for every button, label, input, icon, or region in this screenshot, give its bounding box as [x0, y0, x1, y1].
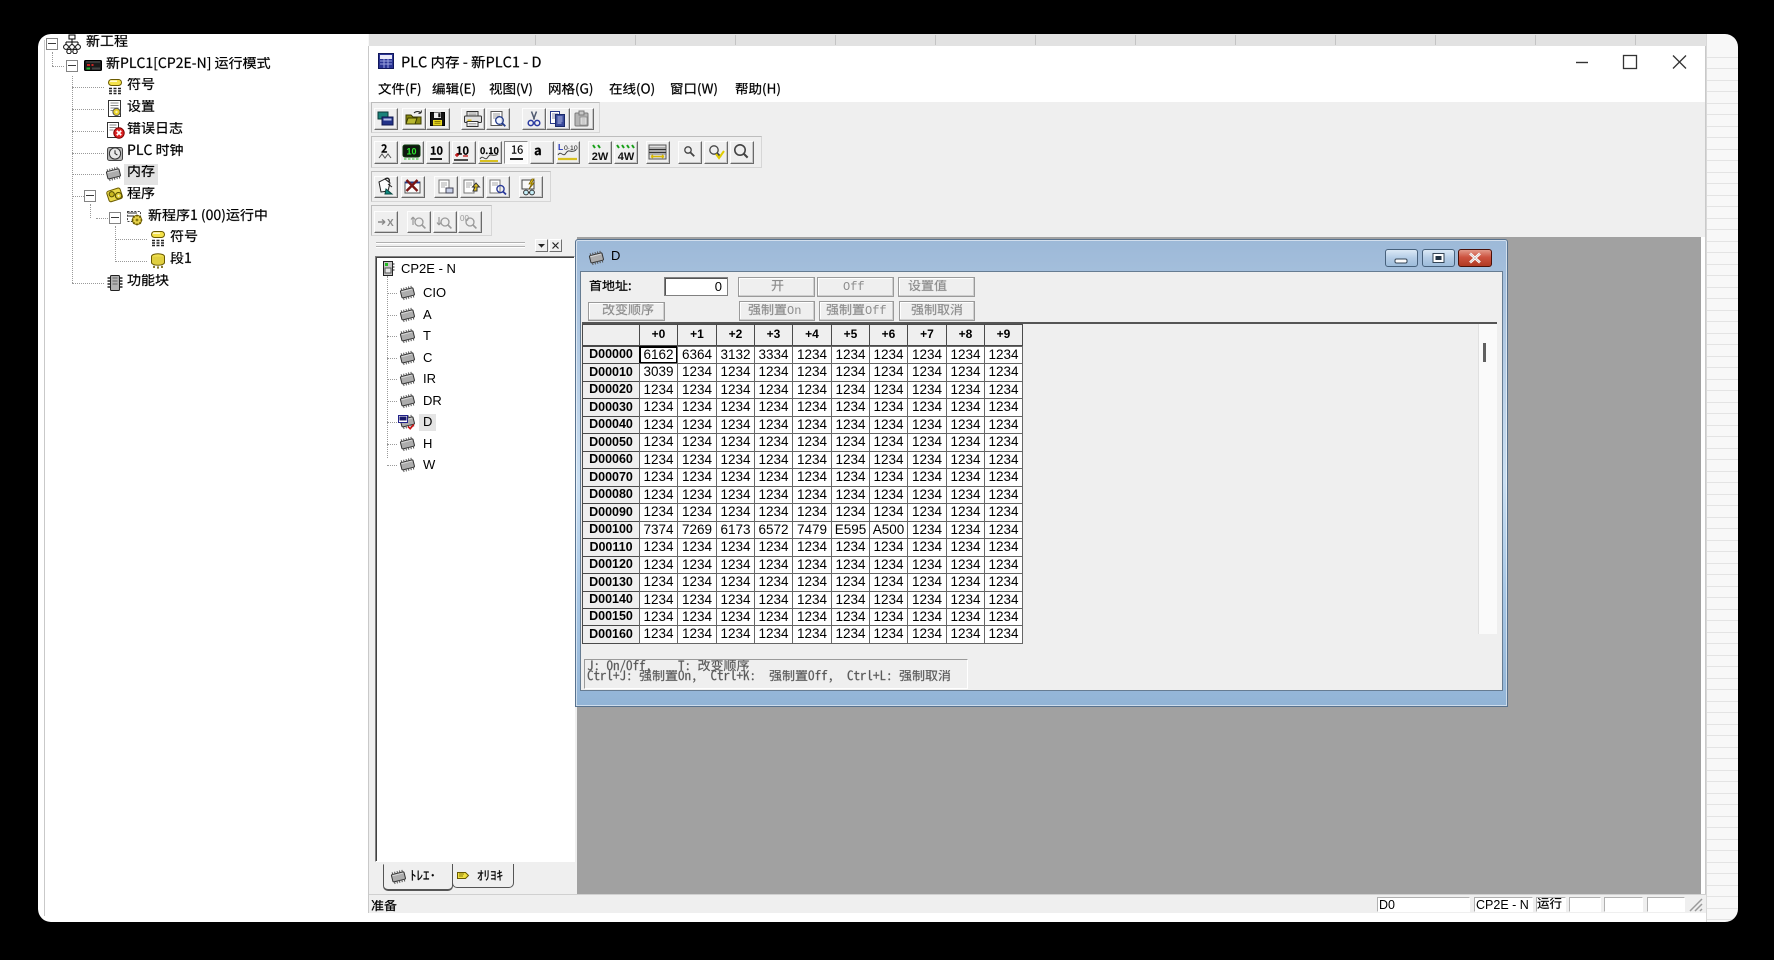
svg-text:2W: 2W: [592, 151, 609, 163]
svg-text:X: X: [387, 218, 394, 229]
svg-text:10: 10: [406, 147, 416, 157]
svg-text:L: L: [558, 142, 563, 152]
svg-text:00: 00: [460, 214, 469, 223]
svg-text:4W: 4W: [618, 151, 635, 163]
